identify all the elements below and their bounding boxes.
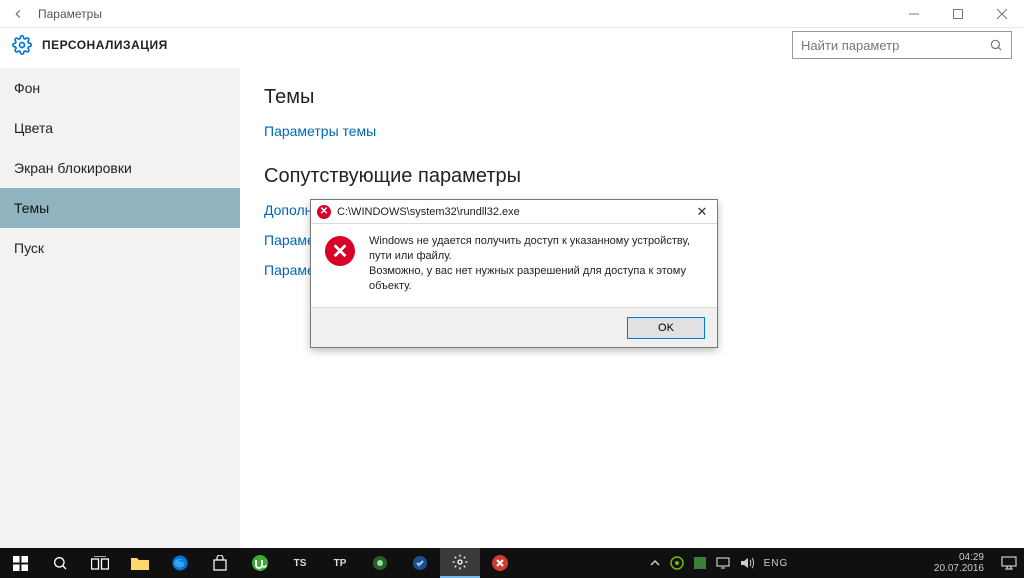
search-icon bbox=[989, 38, 1003, 52]
sidebar-item-start[interactable]: Пуск bbox=[0, 228, 240, 268]
utorrent-icon[interactable] bbox=[240, 548, 280, 578]
window-controls bbox=[892, 0, 1024, 28]
dialog-close-button[interactable]: ✕ bbox=[693, 204, 711, 220]
dialog-message: Windows не удается получить доступ к ука… bbox=[369, 234, 703, 293]
clock-date: 20.07.2016 bbox=[934, 563, 984, 574]
nvidia-icon[interactable] bbox=[670, 556, 684, 570]
dialog-footer: OK bbox=[311, 307, 717, 347]
ok-button[interactable]: OK bbox=[627, 317, 705, 339]
start-button[interactable] bbox=[0, 548, 40, 578]
sidebar-item-colors[interactable]: Цвета bbox=[0, 108, 240, 148]
sidebar-item-background[interactable]: Фон bbox=[0, 68, 240, 108]
maximize-button[interactable] bbox=[936, 0, 980, 28]
dialog-titlebar: ✕ C:\WINDOWS\system32\rundll32.exe ✕ bbox=[311, 200, 717, 224]
language-indicator[interactable]: ENG bbox=[764, 558, 789, 569]
back-button[interactable] bbox=[8, 4, 28, 24]
tray-chevron-up-icon[interactable] bbox=[650, 558, 660, 568]
clock-time: 04:29 bbox=[934, 552, 984, 563]
system-tray: ENG bbox=[650, 556, 795, 570]
tray-app-icon[interactable] bbox=[694, 557, 706, 569]
action-center-icon[interactable] bbox=[994, 548, 1024, 578]
volume-icon[interactable] bbox=[740, 557, 754, 569]
minimize-button[interactable] bbox=[892, 0, 936, 28]
taskbar-app-blue[interactable] bbox=[400, 548, 440, 578]
sidebar-item-themes[interactable]: Темы bbox=[0, 188, 240, 228]
search-input[interactable]: Найти параметр bbox=[792, 31, 1012, 59]
clock[interactable]: 04:29 20.07.2016 bbox=[924, 552, 994, 574]
taskbar: TS TP ENG 04:29 20.07.2016 bbox=[0, 548, 1024, 578]
titlebar: Параметры bbox=[0, 0, 1024, 28]
store-icon[interactable] bbox=[200, 548, 240, 578]
search-placeholder: Найти параметр bbox=[801, 38, 989, 53]
dialog-title: C:\WINDOWS\system32\rundll32.exe bbox=[337, 206, 520, 218]
close-button[interactable] bbox=[980, 0, 1024, 28]
taskbar-app-ts[interactable]: TS bbox=[280, 548, 320, 578]
section-title: ПЕРСОНАЛИЗАЦИЯ bbox=[42, 38, 168, 52]
error-icon: ✕ bbox=[325, 236, 355, 266]
window-title: Параметры bbox=[38, 7, 102, 21]
heading-themes: Темы bbox=[264, 86, 1000, 109]
network-icon[interactable] bbox=[716, 557, 730, 569]
sidebar: Фон Цвета Экран блокировки Темы Пуск bbox=[0, 68, 240, 548]
sidebar-item-lockscreen[interactable]: Экран блокировки bbox=[0, 148, 240, 188]
taskbar-app-red[interactable] bbox=[480, 548, 520, 578]
error-dialog: ✕ C:\WINDOWS\system32\rundll32.exe ✕ ✕ W… bbox=[310, 199, 718, 348]
header: ПЕРСОНАЛИЗАЦИЯ Найти параметр bbox=[0, 28, 1024, 68]
error-icon-small: ✕ bbox=[317, 205, 331, 219]
gear-icon bbox=[12, 35, 32, 55]
edge-icon[interactable] bbox=[160, 548, 200, 578]
taskbar-app-tp[interactable]: TP bbox=[320, 548, 360, 578]
taskbar-app-green[interactable] bbox=[360, 548, 400, 578]
settings-taskbar-icon[interactable] bbox=[440, 548, 480, 578]
file-explorer-icon[interactable] bbox=[120, 548, 160, 578]
task-view-icon[interactable] bbox=[80, 548, 120, 578]
dialog-body: ✕ Windows не удается получить доступ к у… bbox=[311, 224, 717, 307]
theme-settings-link[interactable]: Параметры темы bbox=[264, 123, 1000, 139]
heading-related: Сопутствующие параметры bbox=[264, 165, 1000, 188]
search-icon[interactable] bbox=[40, 548, 80, 578]
